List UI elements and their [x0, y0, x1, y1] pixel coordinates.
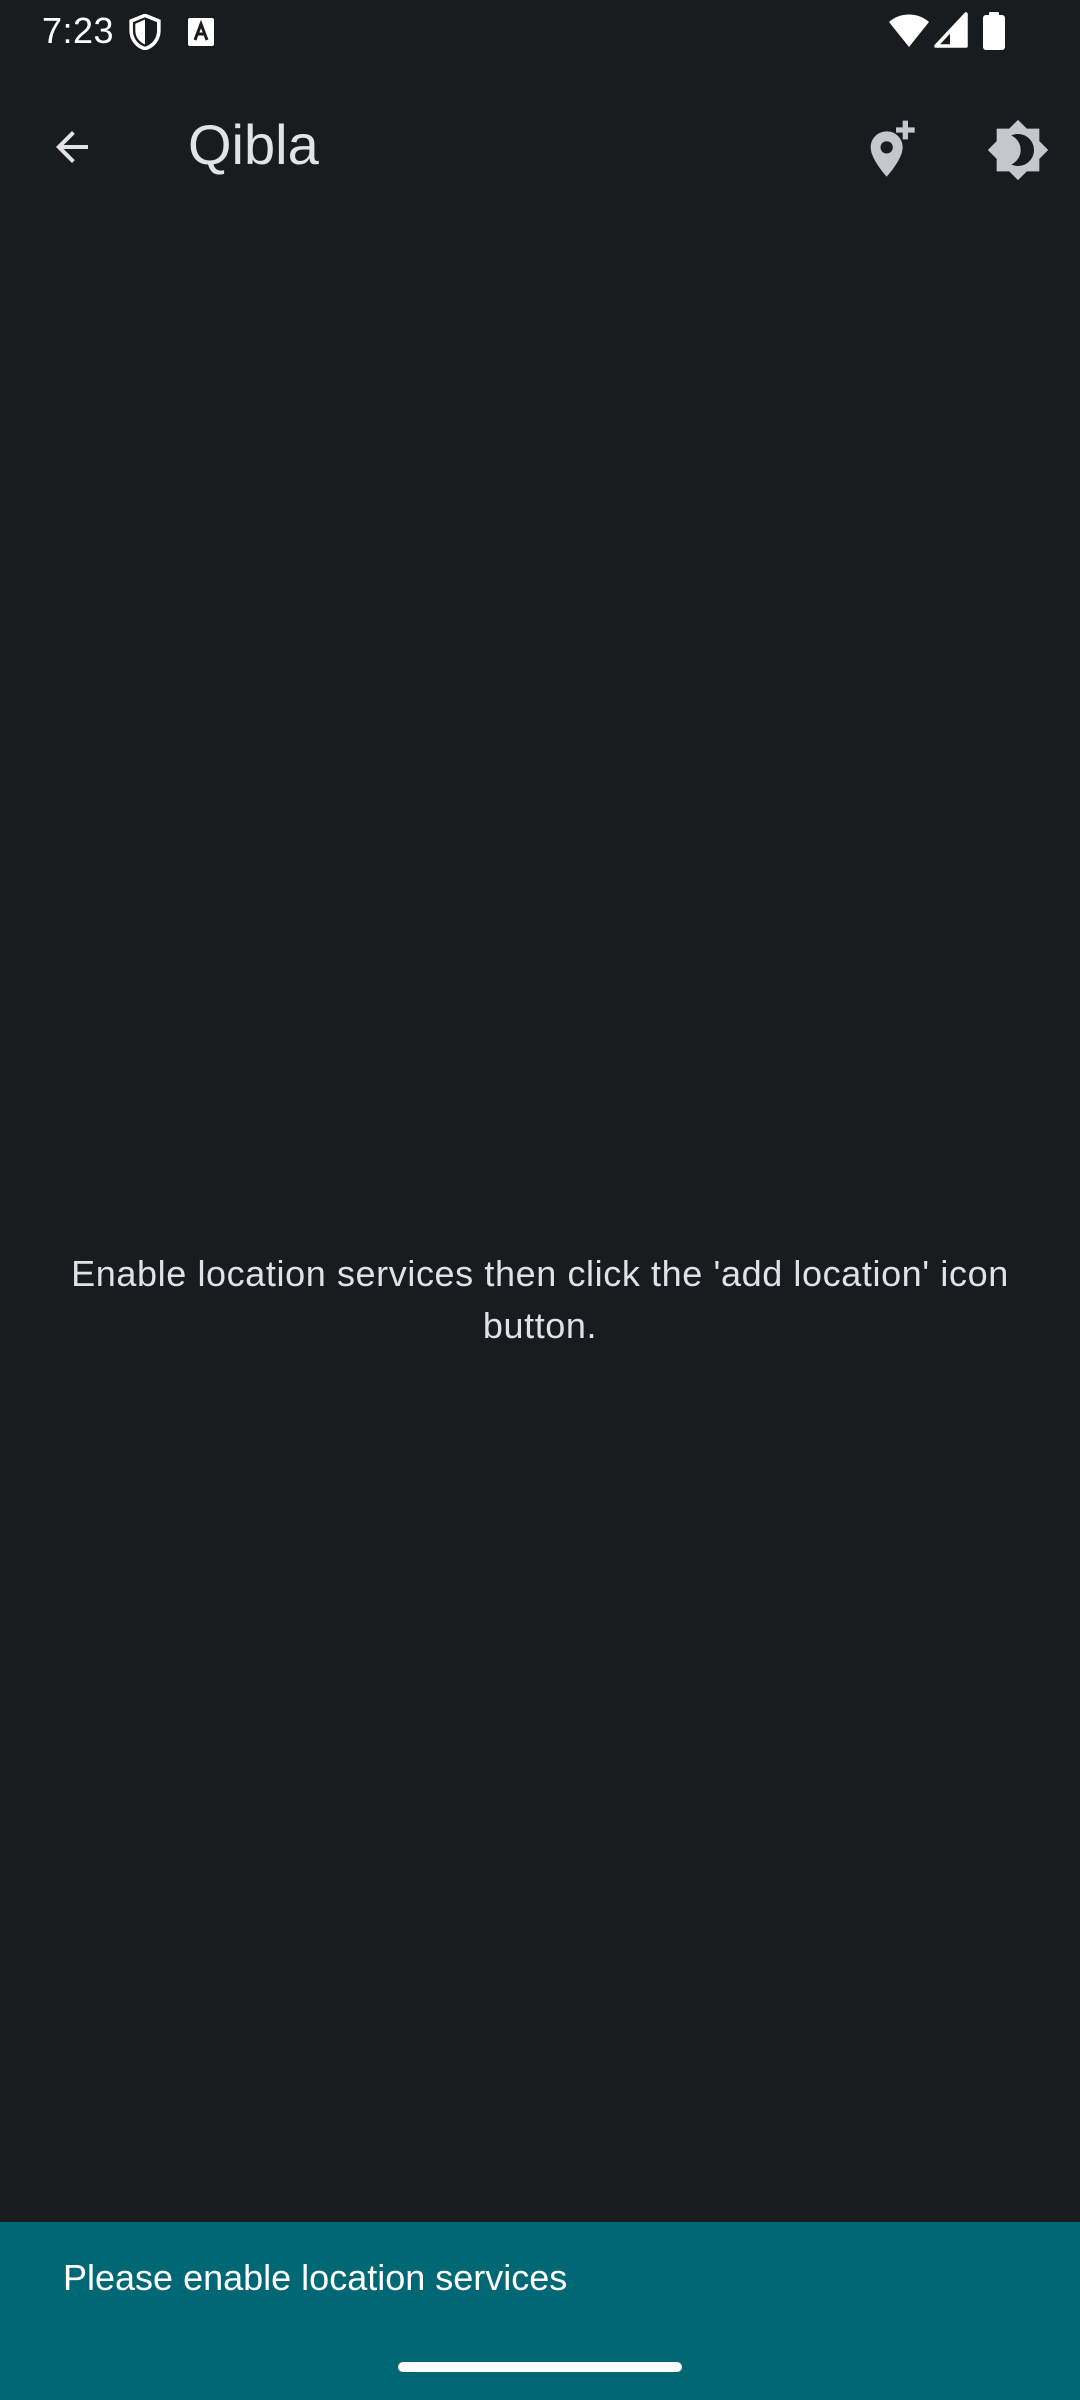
shield-icon — [129, 14, 161, 50]
signal-icon — [934, 12, 968, 48]
arrow-back-icon — [56, 131, 88, 163]
app-bar: Qibla — [0, 62, 1080, 212]
page-title: Qibla — [188, 113, 319, 176]
status-bar: 7:23 — [0, 0, 1080, 62]
empty-state-message: Enable location services then click the … — [71, 1253, 1009, 1346]
wifi-icon — [889, 14, 929, 47]
battery-icon — [983, 12, 1005, 50]
brightness-button[interactable] — [968, 100, 1068, 200]
add-location-icon — [870, 120, 915, 177]
add-location-button[interactable] — [842, 100, 942, 200]
text-a-icon — [188, 18, 214, 46]
snackbar-text: Please enable location services — [63, 2257, 568, 2298]
screen: 7:23 Qibla Enable location services then… — [0, 0, 1080, 2400]
brightness-icon — [987, 119, 1049, 181]
snackbar: Please enable location services — [0, 2222, 1080, 2400]
back-button[interactable] — [30, 105, 114, 189]
status-time: 7:23 — [42, 10, 115, 51]
home-indicator[interactable] — [398, 2362, 682, 2372]
